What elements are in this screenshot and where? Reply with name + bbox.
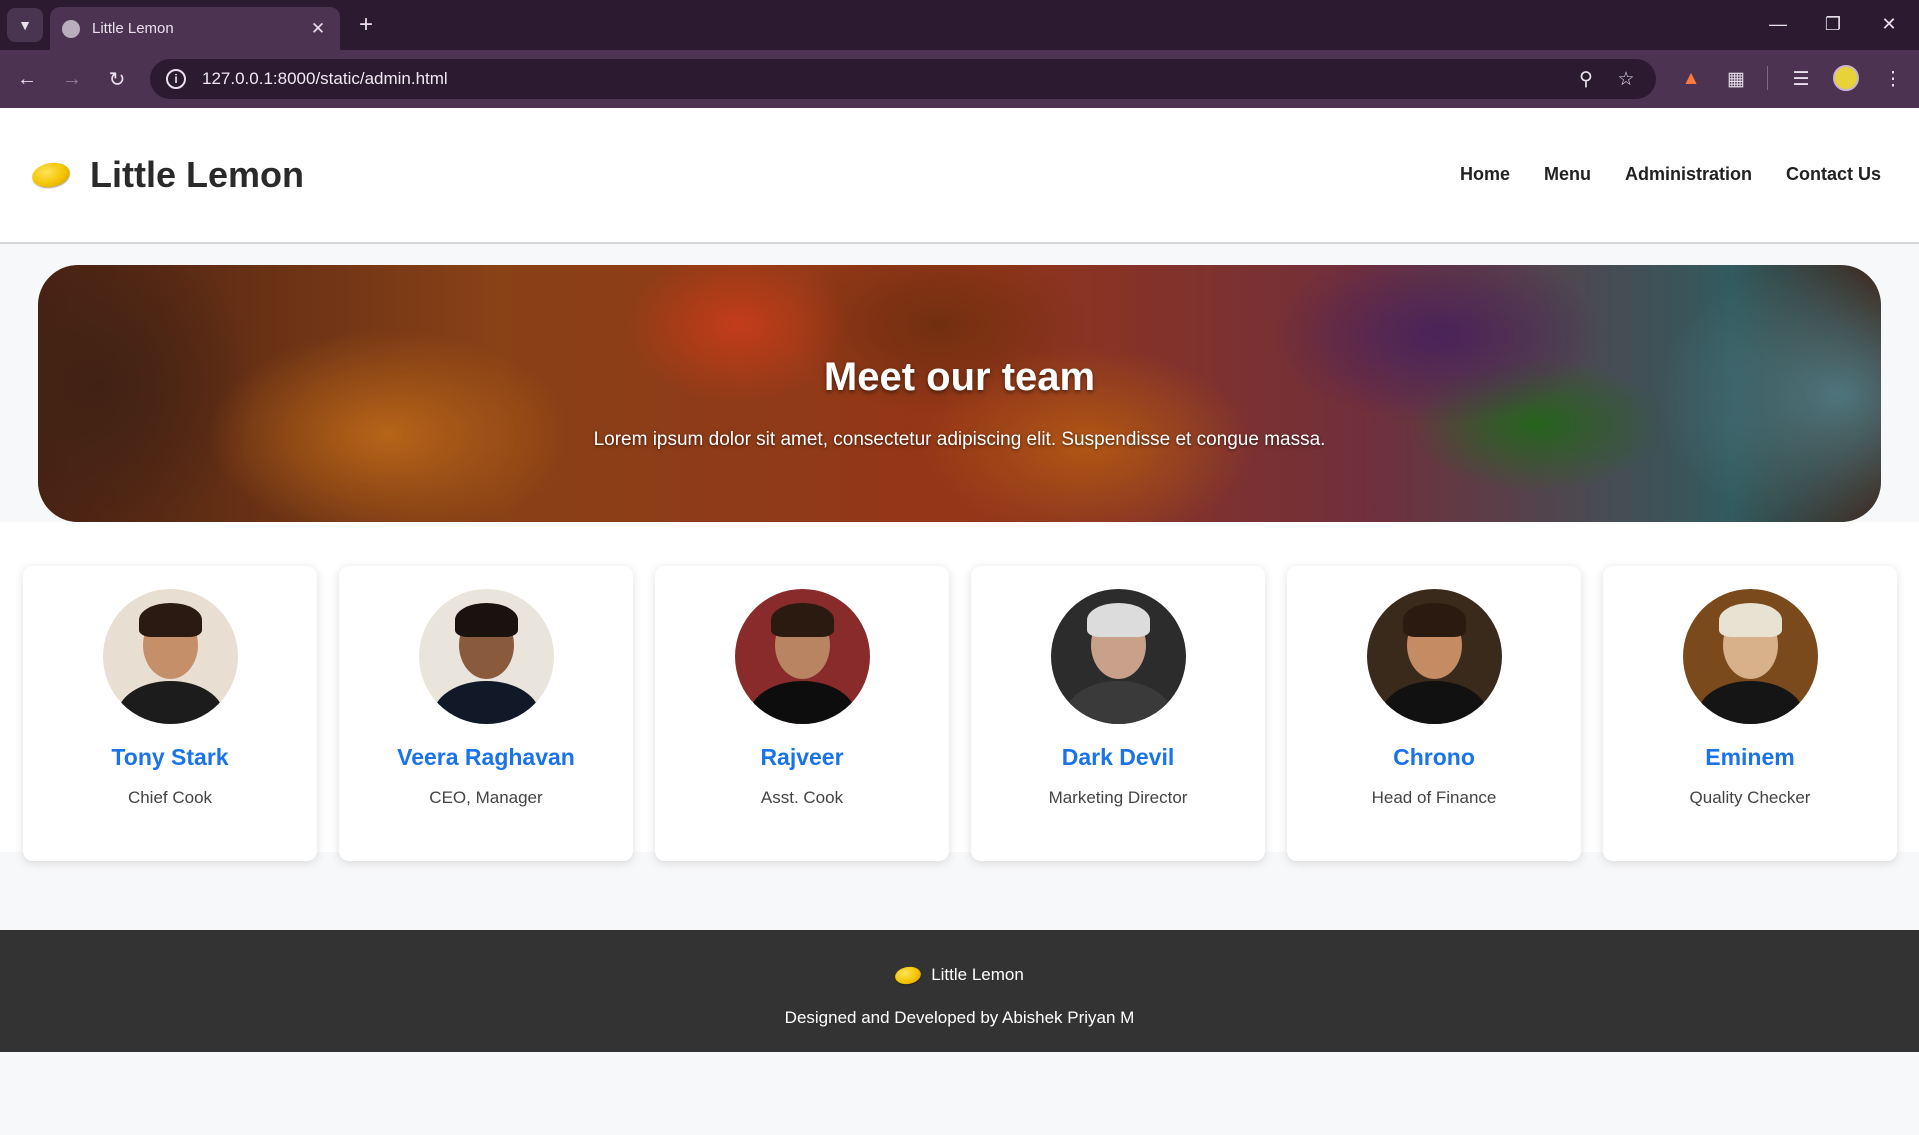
- team-card-tony-stark: Tony Stark Chief Cook: [23, 566, 317, 861]
- tab-search-button[interactable]: ▼: [7, 8, 43, 42]
- browser-toolbar: ← → ↻ i 127.0.0.1:8000/static/admin.html…: [0, 50, 1919, 108]
- avatar: [103, 589, 238, 724]
- nav-menu[interactable]: Menu: [1544, 164, 1591, 185]
- avatar: [1051, 589, 1186, 724]
- url-text[interactable]: 127.0.0.1:8000/static/admin.html: [202, 69, 1560, 89]
- avatar: [419, 589, 554, 724]
- member-name: Rajveer: [760, 744, 844, 770]
- zoom-icon[interactable]: ⚲: [1572, 65, 1600, 93]
- main-nav: Home Menu Administration Contact Us: [1460, 164, 1881, 185]
- info-icon[interactable]: i: [166, 69, 186, 89]
- new-tab-button[interactable]: +: [352, 11, 380, 39]
- bookmark-star-icon[interactable]: ☆: [1612, 65, 1640, 93]
- chevron-down-icon: ▼: [18, 17, 32, 33]
- close-icon[interactable]: ✕: [308, 19, 328, 39]
- nav-home[interactable]: Home: [1460, 164, 1510, 185]
- brand-name: Little Lemon: [90, 154, 304, 195]
- minimize-button[interactable]: —: [1758, 8, 1798, 40]
- more-menu-icon[interactable]: ⋮: [1878, 64, 1908, 94]
- lemon-icon: [30, 159, 72, 191]
- member-name: Chrono: [1393, 744, 1475, 770]
- back-button[interactable]: ←: [10, 62, 44, 96]
- extensions-puzzle-icon[interactable]: ▦: [1721, 64, 1751, 94]
- hero-banner: Meet our team Lorem ipsum dolor sit amet…: [38, 265, 1881, 522]
- lemon-icon: [893, 964, 923, 986]
- team-card-dark-devil: Dark Devil Marketing Director: [971, 566, 1265, 861]
- browser-tab[interactable]: Little Lemon ✕: [50, 7, 340, 50]
- member-name: Veera Raghavan: [397, 744, 575, 770]
- member-name: Tony Stark: [111, 744, 229, 770]
- footer-credit: Designed and Developed by Abishek Priyan…: [784, 1008, 1135, 1027]
- reload-button[interactable]: ↻: [100, 62, 134, 96]
- team-card-chrono: Chrono Head of Finance: [1287, 566, 1581, 861]
- member-role: Quality Checker: [1689, 788, 1811, 807]
- member-name: Dark Devil: [1061, 744, 1175, 770]
- browser-tab-bar: ▼ Little Lemon ✕ + — ❐ ✕: [0, 0, 1919, 50]
- close-window-button[interactable]: ✕: [1869, 8, 1909, 40]
- avatar: [1683, 589, 1818, 724]
- site-footer: Little Lemon Designed and Developed by A…: [0, 930, 1919, 1052]
- site-header: Little Lemon Home Menu Administration Co…: [0, 108, 1919, 244]
- team-card-eminem: Eminem Quality Checker: [1603, 566, 1897, 861]
- avatar: [1367, 589, 1502, 724]
- brand[interactable]: Little Lemon: [30, 154, 304, 196]
- tab-title: Little Lemon: [92, 20, 174, 37]
- footer-brand-name: Little Lemon: [931, 965, 1024, 984]
- toolbar-divider: [1767, 66, 1768, 90]
- globe-icon: [62, 19, 80, 38]
- media-queue-icon[interactable]: ☰: [1786, 64, 1816, 94]
- nav-administration[interactable]: Administration: [1625, 164, 1752, 185]
- address-bar[interactable]: i 127.0.0.1:8000/static/admin.html ⚲ ☆: [150, 59, 1656, 99]
- nav-contact-us[interactable]: Contact Us: [1786, 164, 1881, 185]
- member-role: CEO, Manager: [429, 788, 543, 807]
- profile-avatar[interactable]: [1833, 65, 1859, 91]
- footer-brand: Little Lemon: [0, 964, 1919, 986]
- member-role: Head of Finance: [1371, 788, 1497, 807]
- web-page: Little Lemon Home Menu Administration Co…: [0, 108, 1919, 1135]
- member-name: Eminem: [1705, 744, 1795, 770]
- team-card-veera-raghavan: Veera Raghavan CEO, Manager: [339, 566, 633, 861]
- forward-button[interactable]: →: [55, 62, 89, 96]
- member-role: Asst. Cook: [760, 788, 844, 807]
- extension-fox-icon[interactable]: ▲: [1676, 64, 1706, 94]
- member-role: Chief Cook: [127, 788, 213, 807]
- hero-subtitle: Lorem ipsum dolor sit amet, consectetur …: [593, 429, 1326, 450]
- team-card-rajveer: Rajveer Asst. Cook: [655, 566, 949, 861]
- avatar: [735, 589, 870, 724]
- member-role: Marketing Director: [1048, 788, 1188, 807]
- hero-title: Meet our team: [823, 355, 1096, 399]
- restore-button[interactable]: ❐: [1813, 8, 1853, 40]
